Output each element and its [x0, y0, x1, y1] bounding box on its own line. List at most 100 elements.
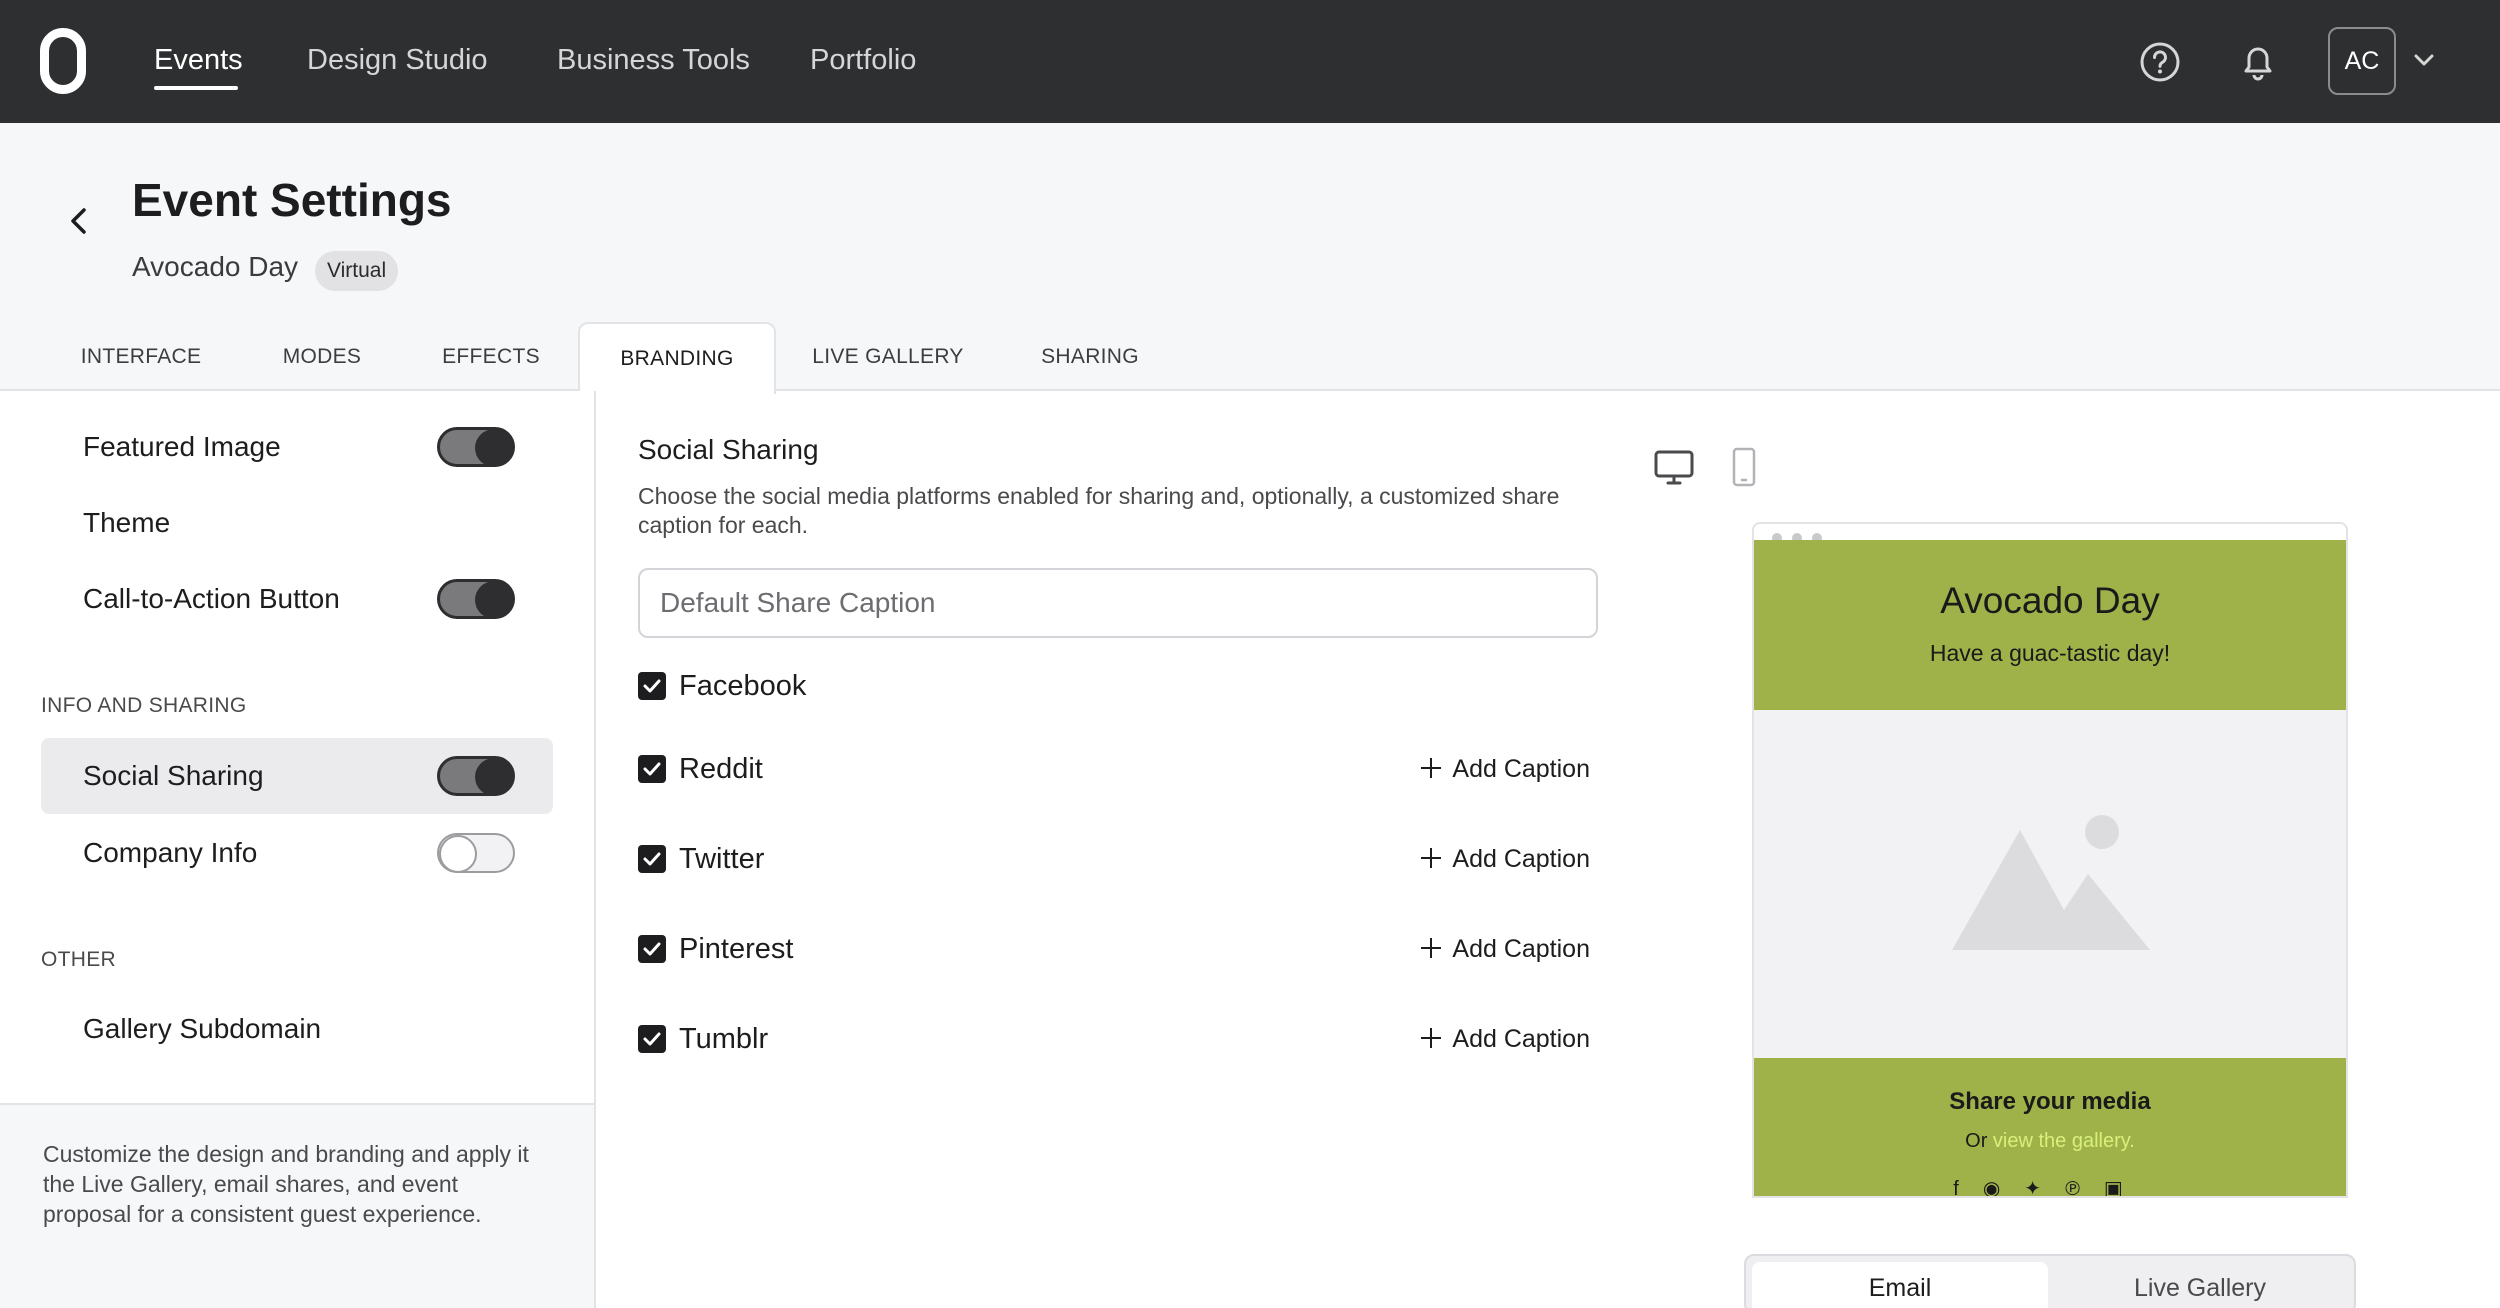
platform-row-facebook: Facebook — [638, 664, 1598, 708]
company-info-toggle[interactable] — [437, 833, 515, 873]
platform-label: Facebook — [679, 670, 807, 702]
section-label-other: OTHER — [41, 948, 116, 971]
tab-modes[interactable]: MODES — [262, 322, 382, 392]
twitter-checkbox[interactable] — [638, 845, 666, 873]
section-description: Choose the social media platforms enable… — [638, 483, 1560, 538]
add-caption-button[interactable]: Add Caption — [1420, 747, 1590, 791]
sidebar-item-label: Company Info — [83, 837, 258, 868]
mobile-preview-icon[interactable] — [1722, 445, 1766, 489]
preview-footer-prefix: Or — [1965, 1130, 1988, 1152]
plus-icon — [1420, 937, 1442, 959]
call-to-action-toggle[interactable] — [437, 579, 515, 619]
platform-row-twitter: Twitter Add Caption — [638, 837, 1598, 881]
desktop-preview-icon[interactable] — [1652, 445, 1696, 489]
tab-effects[interactable]: EFFECTS — [432, 322, 550, 392]
logo-icon[interactable] — [40, 28, 86, 94]
page-title: Event Settings — [132, 174, 452, 226]
tumblr-checkbox[interactable] — [638, 1025, 666, 1053]
sidebar-item-label: Gallery Subdomain — [83, 1013, 322, 1044]
add-caption-button[interactable]: Add Caption — [1420, 927, 1590, 971]
platform-row-pinterest: Pinterest Add Caption — [638, 927, 1598, 971]
nav-events[interactable]: Events — [154, 40, 243, 80]
preview-mode-switcher: Email Live Gallery — [1744, 1254, 2356, 1308]
sidebar-item-call-to-action[interactable]: Call-to-Action Button — [41, 561, 553, 637]
platform-row-tumblr: Tumblr Add Caption — [638, 1017, 1598, 1061]
platform-label: Reddit — [679, 753, 763, 785]
tab-sharing[interactable]: SHARING — [1030, 322, 1150, 392]
user-avatar[interactable]: AC — [2328, 27, 2396, 95]
chevron-down-icon[interactable] — [2410, 48, 2438, 72]
checkmark-icon — [643, 852, 661, 866]
sidebar-item-label: Featured Image — [83, 431, 281, 462]
tab-interface[interactable]: INTERFACE — [70, 322, 212, 392]
section-label-info-sharing: INFO AND SHARING — [41, 694, 247, 717]
nav-design-studio[interactable]: Design Studio — [307, 40, 488, 80]
preview-footer-title: Share your media — [1949, 1088, 2151, 1115]
facebook-icon: f — [1953, 1178, 1983, 1198]
preview-footer: Share your media Or view the gallery. f◉… — [1754, 1058, 2346, 1198]
notification-bell-icon[interactable] — [2236, 40, 2280, 84]
add-caption-label: Add Caption — [1452, 1025, 1590, 1053]
nav-active-indicator — [154, 86, 238, 90]
default-share-caption-input[interactable] — [638, 568, 1598, 638]
preview-mode-email[interactable]: Email — [1752, 1262, 2048, 1308]
event-type-badge: Virtual — [315, 251, 399, 291]
event-name: Avocado Day — [132, 251, 299, 282]
add-caption-label: Add Caption — [1452, 755, 1590, 783]
nav-portfolio[interactable]: Portfolio — [810, 40, 916, 80]
view-gallery-link[interactable]: view the gallery. — [1993, 1130, 2135, 1152]
preview-image-placeholder — [1754, 710, 2346, 1058]
pinterest-checkbox[interactable] — [638, 935, 666, 963]
sidebar-item-social-sharing[interactable]: Social Sharing — [41, 738, 553, 814]
plus-icon — [1420, 847, 1442, 869]
sidebar-item-label: Call-to-Action Button — [83, 583, 340, 614]
tab-branding[interactable]: BRANDING — [578, 322, 776, 394]
sidebar-item-gallery-subdomain[interactable]: Gallery Subdomain — [41, 991, 553, 1067]
sidebar-item-theme[interactable]: Theme — [41, 485, 553, 561]
checkmark-icon — [643, 1032, 661, 1046]
pinterest-icon: ℗ — [2065, 1178, 2104, 1198]
facebook-checkbox[interactable] — [638, 672, 666, 700]
add-caption-button[interactable]: Add Caption — [1420, 1017, 1590, 1061]
section-title: Social Sharing — [638, 434, 819, 465]
page-header: Event Settings Avocado Day Virtual INTER… — [0, 123, 2500, 394]
add-caption-label: Add Caption — [1452, 935, 1590, 963]
sidebar-item-label: Theme — [83, 507, 171, 538]
sidebar-item-featured-image[interactable]: Featured Image — [41, 409, 553, 485]
help-icon[interactable] — [2138, 40, 2182, 84]
platform-label: Tumblr — [679, 1023, 769, 1055]
plus-icon — [1420, 1027, 1442, 1049]
plus-icon — [1420, 757, 1442, 779]
preview-footer-line: Or view the gallery. — [1754, 1130, 2346, 1153]
preview-header: Avocado Day Have a guac-tastic day! — [1754, 540, 2346, 710]
image-placeholder-icon — [1952, 815, 2150, 950]
browser-window-dots — [1772, 530, 1832, 543]
featured-image-toggle[interactable] — [437, 427, 515, 467]
preview-mode-live-gallery[interactable]: Live Gallery — [2052, 1262, 2348, 1308]
top-navigation-bar: Events Design Studio Business Tools Port… — [0, 0, 2500, 123]
tumblr-icon: ▣ — [2103, 1178, 2147, 1198]
sidebar-footer: Customize the design and branding and ap… — [0, 1103, 594, 1308]
sidebar-item-company-info[interactable]: Company Info — [41, 815, 553, 891]
back-arrow-icon[interactable] — [60, 186, 96, 256]
platform-row-reddit: Reddit Add Caption — [638, 747, 1598, 791]
add-caption-label: Add Caption — [1452, 845, 1590, 873]
branding-preview: Avocado Day Have a guac-tastic day! Shar… — [1752, 522, 2348, 1198]
preview-event-subtitle: Have a guac-tastic day! — [1929, 640, 2171, 666]
checkmark-icon — [643, 679, 661, 693]
reddit-checkbox[interactable] — [638, 755, 666, 783]
preview-social-icons: f◉✦℗▣ — [1754, 1176, 2346, 1198]
tab-live-gallery[interactable]: LIVE GALLERY — [806, 322, 970, 392]
branding-sidebar: Featured Image Theme Call-to-Action Butt… — [0, 391, 596, 1308]
sidebar-item-label: Social Sharing — [83, 760, 264, 791]
add-caption-button[interactable]: Add Caption — [1420, 837, 1590, 881]
twitter-icon: ✦ — [2024, 1178, 2066, 1198]
platform-label: Twitter — [679, 843, 765, 875]
platform-label: Pinterest — [679, 933, 794, 965]
checkmark-icon — [643, 762, 661, 776]
checkmark-icon — [643, 942, 661, 956]
preview-event-title: Avocado Day — [1940, 580, 2160, 621]
reddit-icon: ◉ — [1982, 1178, 2025, 1198]
nav-business-tools[interactable]: Business Tools — [557, 40, 750, 80]
social-sharing-toggle[interactable] — [437, 756, 515, 796]
